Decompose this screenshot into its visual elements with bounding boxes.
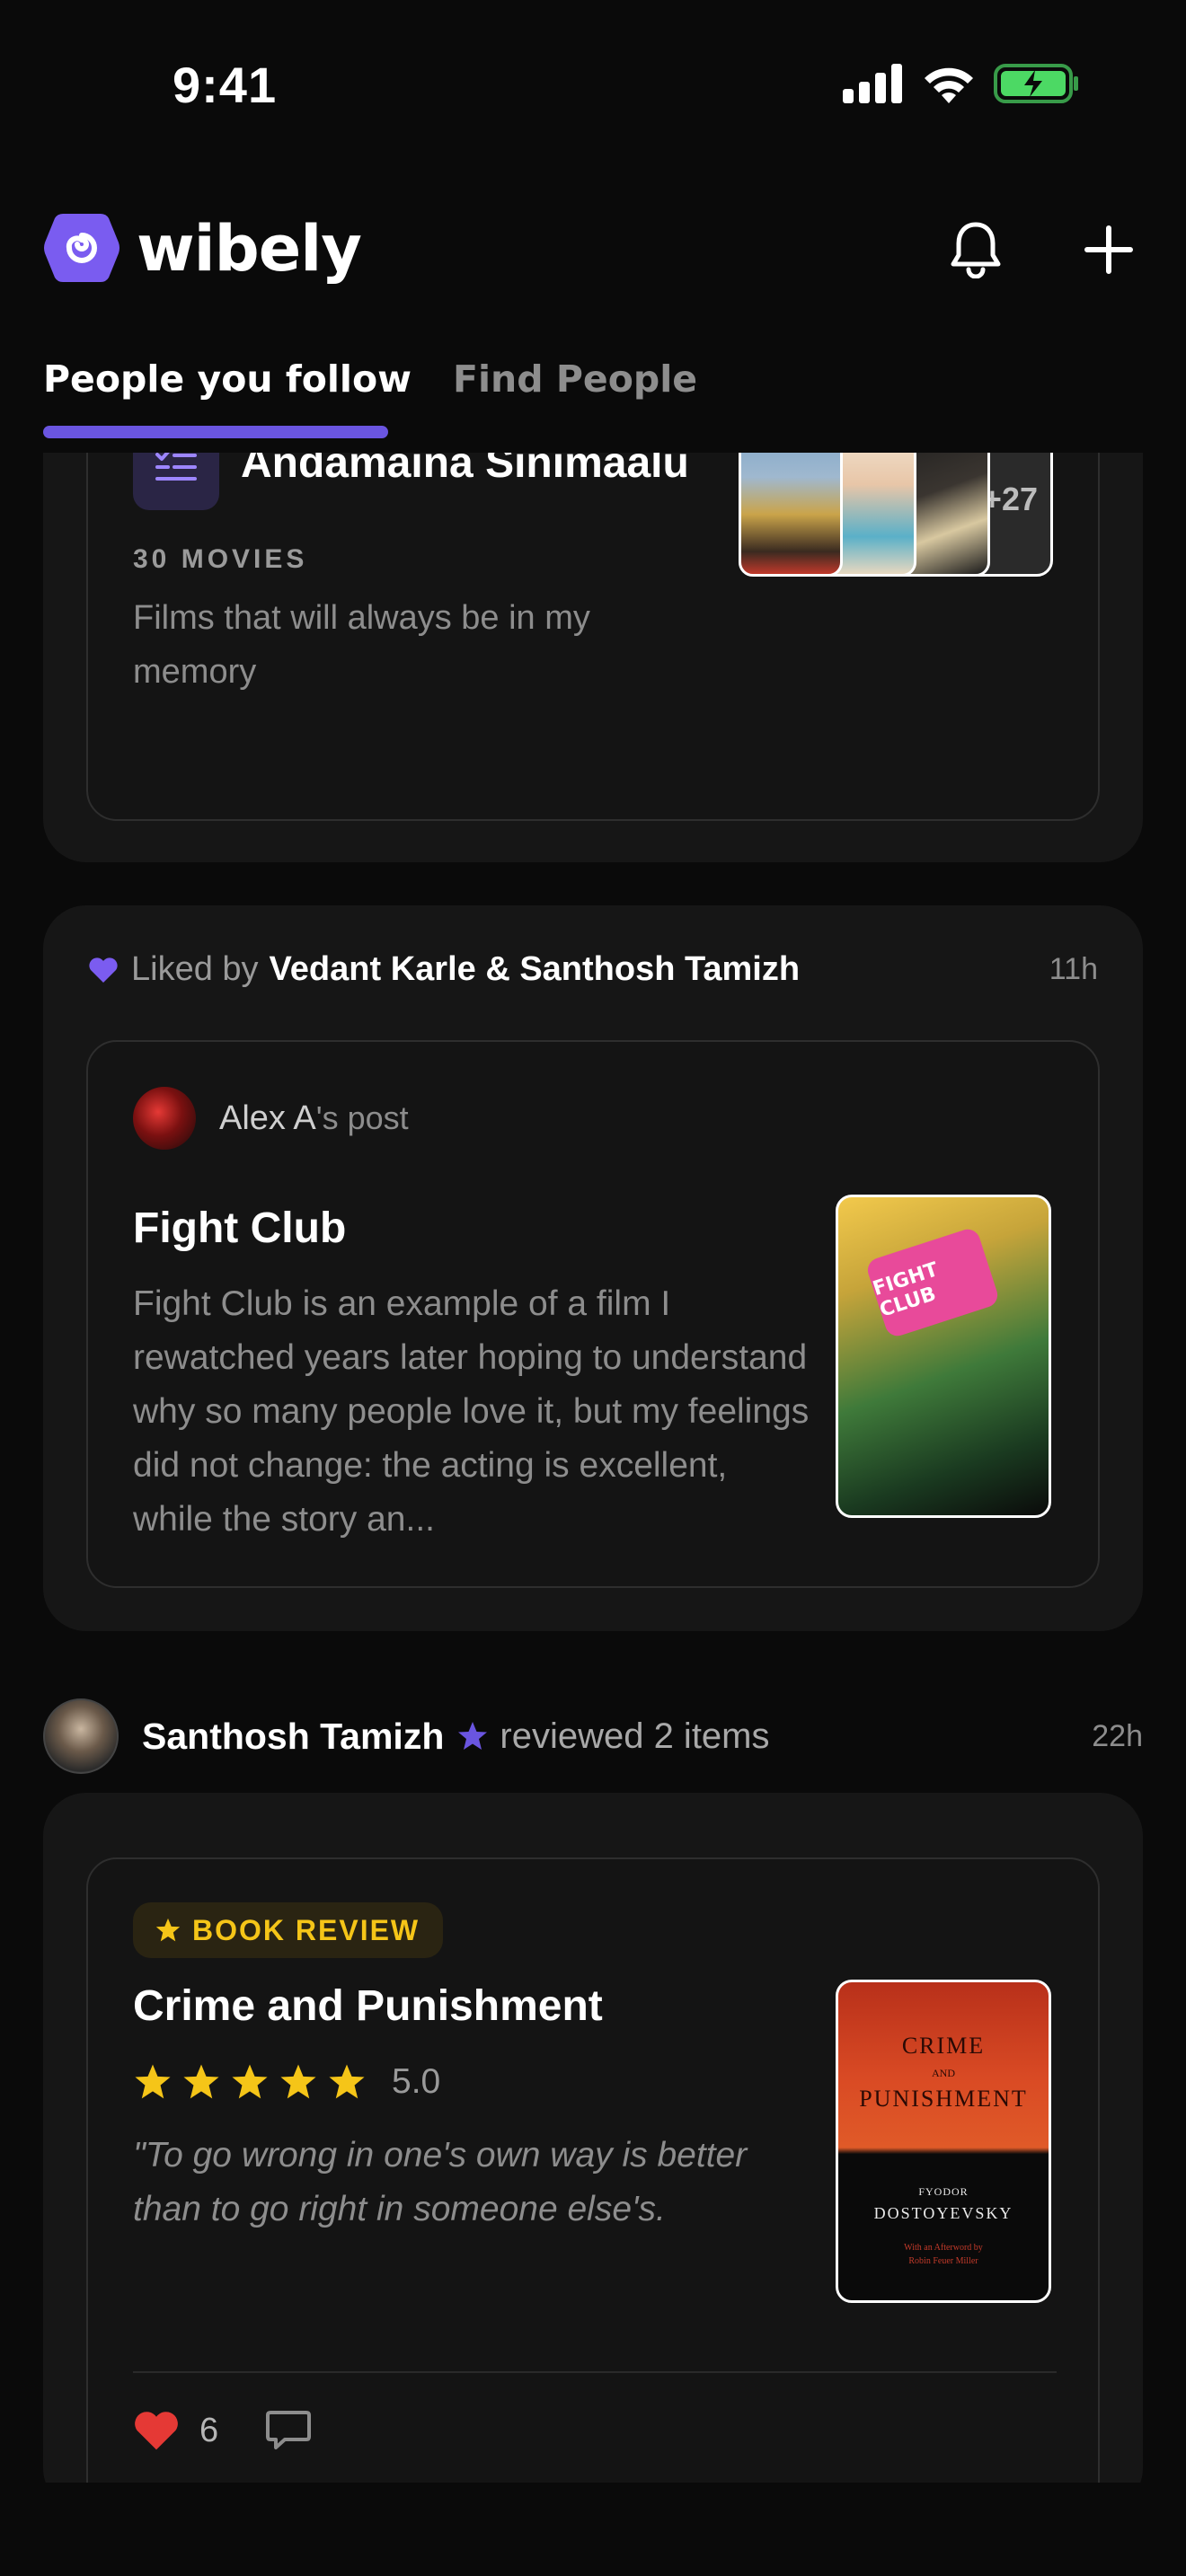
star-icon [232, 2064, 268, 2099]
cover-afterword-name: Robin Feuer Miller [908, 2256, 978, 2266]
post-author[interactable]: Alex A's post [133, 1087, 409, 1150]
activity-time: 22h [1092, 1718, 1143, 1753]
post-title: Fight Club [133, 1204, 347, 1252]
plus-icon [1084, 225, 1133, 274]
status-icons [843, 63, 1080, 104]
brand-name: wibely [137, 212, 362, 286]
list-description: Films that will always be in my memory [133, 599, 590, 691]
add-button[interactable] [1076, 217, 1141, 282]
star-icon [155, 1918, 181, 1942]
cover-title-line: CRIME [901, 2033, 986, 2059]
like-count: 6 [199, 2411, 219, 2449]
star-rating: 5.0 [133, 2062, 440, 2102]
list-title: Andamaina Sinimaalu [241, 453, 689, 487]
liked-by-line: Liked by Vedant Karle & Santhosh Tamizh [88, 950, 800, 989]
cover-title-line: PUNISHMENT [859, 2086, 1028, 2112]
avatar [133, 1087, 196, 1150]
liked-by-prefix: Liked by [131, 950, 259, 988]
book-cover[interactable]: CRIME AND PUNISHMENT FYODOR DOSTOYEVSKY … [836, 1980, 1051, 2303]
author-name: Alex A [219, 1098, 316, 1137]
list-icon [133, 453, 219, 510]
review-activity-card: BOOK REVIEW Crime and Punishment 5.0 "To… [43, 1793, 1143, 2483]
list-count: 30 MOVIES [133, 544, 308, 574]
star-icon [135, 2064, 171, 2099]
wifi-icon [925, 67, 973, 103]
poster-stack[interactable]: +27 [739, 453, 1053, 577]
badge-label: BOOK REVIEW [192, 1913, 420, 1946]
review-card[interactable]: BOOK REVIEW Crime and Punishment 5.0 "To… [86, 1857, 1100, 2483]
battery-icon [994, 64, 1078, 103]
feed[interactable]: Andamaina Sinimaalu 30 MOVIES Films that… [0, 453, 1186, 2483]
feed-tabs: People you follow Find People [43, 357, 1143, 440]
reviewer-action: reviewed 2 items [500, 1716, 770, 1756]
cover-afterword: With an Afterword by [904, 2243, 983, 2253]
poster-soap: FIGHT CLUB [864, 1226, 1001, 1339]
post-card[interactable]: Alex A's post Fight Club Fight Club is a… [86, 1040, 1100, 1588]
star-icon [458, 1722, 488, 1750]
tab-people-you-follow[interactable]: People you follow [43, 357, 412, 401]
post-body: Fight Club is an example of a film I rew… [133, 1284, 810, 1539]
notifications-button[interactable] [943, 217, 1008, 282]
poster-title: FIGHT CLUB [870, 1258, 942, 1322]
cover-title-line: AND [932, 2067, 955, 2079]
cover-author-last: DOSTOYEVSKY [873, 2204, 1013, 2222]
status-time: 9:41 [173, 57, 278, 113]
author-suffix: 's post [315, 1099, 409, 1136]
list-activity-card: Andamaina Sinimaalu 30 MOVIES Films that… [43, 453, 1143, 862]
wibely-logo-icon [44, 214, 119, 282]
bell-icon [951, 222, 1001, 278]
reviewer-name[interactable]: Santhosh Tamizh [142, 1716, 444, 1758]
tab-find-people[interactable]: Find People [453, 357, 697, 401]
checklist-icon [155, 453, 197, 481]
app-header: wibely [43, 207, 1143, 293]
heart-icon[interactable] [133, 2410, 180, 2451]
star-icon [183, 2064, 219, 2099]
review-quote: "To go wrong in one's own way is better … [133, 2136, 748, 2228]
liked-by-names[interactable]: Vedant Karle & Santhosh Tamizh [270, 950, 801, 989]
liked-activity-card: Liked by Vedant Karle & Santhosh Tamizh … [43, 905, 1143, 1631]
divider [133, 2371, 1057, 2373]
review-actions: 6 [133, 2409, 312, 2452]
signal-icon [843, 64, 902, 103]
review-title: Crime and Punishment [133, 1982, 603, 2030]
avatar[interactable] [43, 1698, 119, 1774]
comment-icon[interactable] [265, 2409, 312, 2452]
star-icon [329, 2064, 365, 2099]
rating-value: 5.0 [392, 2062, 441, 2101]
book-cover-text: CRIME AND PUNISHMENT [838, 2033, 1049, 2113]
post-poster[interactable]: FIGHT CLUB [836, 1195, 1051, 1518]
poster-thumbnail [739, 453, 843, 577]
cover-author-first: FYODOR [918, 2185, 969, 2198]
book-cover-author: FYODOR DOSTOYEVSKY With an Afterword by … [838, 2185, 1049, 2266]
star-icon [280, 2064, 316, 2099]
reviewer-row: Santhosh Tamizh reviewed 2 items 22h [43, 1696, 1143, 1777]
active-tab-indicator [43, 426, 388, 438]
status-bar: 9:41 [0, 0, 1186, 171]
review-type-badge: BOOK REVIEW [133, 1902, 444, 1958]
list-card[interactable]: Andamaina Sinimaalu 30 MOVIES Films that… [86, 453, 1100, 821]
heart-icon [89, 957, 118, 983]
activity-time: 11h [1049, 952, 1098, 986]
